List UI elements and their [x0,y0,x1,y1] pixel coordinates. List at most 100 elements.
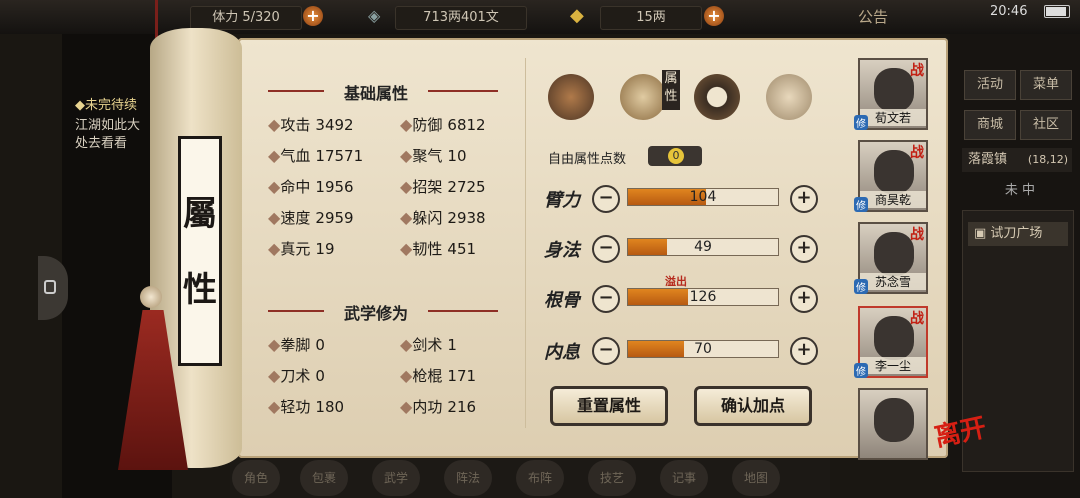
attribute-bar: 70 [627,340,779,358]
stamina-display: 体力 5/320 [190,6,302,30]
character-name: 李一尘 [860,357,926,374]
diamond-bullet-icon: ◆ [400,366,413,385]
attribute-book-icon[interactable] [620,74,666,120]
attribute-bar: 49 [627,238,779,256]
bottom-tab-8[interactable]: 地图 [732,460,780,496]
martial-stat: ◆内功 216 [400,396,476,417]
roller-label [178,136,222,366]
character-name: 苏念雪 [860,273,926,290]
diamond-bullet-icon: ◆ [400,177,413,196]
increase-attribute-button[interactable]: + [790,235,818,263]
stat-value: 1 [447,336,457,354]
basic-stat: ◆攻击 3492 [268,114,354,135]
roller-char-2: 性 [183,270,217,310]
basic-stat: ◆防御 6812 [400,114,486,135]
stat-label: 轻功 [280,398,311,416]
increase-attribute-button[interactable]: + [790,337,818,365]
tassel-bead [140,286,162,308]
shop-button[interactable]: 商城 [964,110,1016,140]
activity-button[interactable]: 活动 [964,70,1016,100]
gold-icon: ◆ [570,5,584,26]
attribute-bar: 126 [627,288,779,306]
quest-title[interactable]: ◆未完待续 [75,94,137,113]
meridian-body-icon[interactable] [766,74,812,120]
basic-stat: ◆真元 19 [268,238,335,259]
attribute-name: 臂力 [544,190,580,211]
stat-value: 180 [315,398,345,416]
attribute-bar: 104 [627,188,779,206]
character-card[interactable]: 战荀文若修 [854,58,928,130]
character-card[interactable]: 战商昊乾修 [854,140,928,212]
silver-icon: ◈ [368,6,381,25]
increase-attribute-button[interactable]: + [790,185,818,213]
stat-label: 躲闪 [412,209,443,227]
stat-value: 2725 [447,178,486,196]
bottom-tab-4[interactable]: 阵法 [444,460,492,496]
martial-stat: ◆枪棍 171 [400,365,476,386]
free-points-label: 自由属性点数 [548,152,627,167]
decrease-attribute-button[interactable]: − [592,235,620,263]
increase-attribute-button[interactable]: + [790,285,818,313]
battle-badge: 战 [910,63,924,79]
location-label: 落霞镇 (18,12) [962,148,1072,172]
place-item[interactable]: ▣ 试刀广场 [968,222,1068,246]
basic-title: 基础属性 [343,84,408,103]
add-stamina-button[interactable]: + [303,6,323,26]
stat-value: 17571 [315,147,364,165]
stat-value: 451 [447,240,477,258]
add-gold-button[interactable]: + [704,6,724,26]
attribute-value: 49 [694,239,712,255]
stat-label: 刀术 [280,367,311,385]
stat-value: 2938 [447,209,486,227]
basic-stat: ◆躲闪 2938 [400,207,486,228]
title-ornament-left [268,310,324,312]
diamond-bullet-icon: ◆ [268,146,281,165]
stat-label: 真元 [280,240,311,258]
character-card[interactable] [858,388,928,460]
title-ornament-right [428,310,498,312]
diamond-bullet-icon: ◆ [400,115,413,134]
character-portrait-icon[interactable] [548,74,594,120]
bottom-tab-6[interactable]: 技艺 [588,460,636,496]
quest-line-1: 江湖如此大 [75,118,141,133]
attribute-name: 根骨 [544,290,580,311]
stat-value: 0 [315,367,325,385]
bottom-tab-7[interactable]: 记事 [660,460,708,496]
reset-attributes-button[interactable]: 重置属性 [550,386,668,426]
stat-label: 剑术 [412,336,443,354]
decrease-attribute-button[interactable]: − [592,285,620,313]
basic-stat: ◆聚气 10 [400,145,467,166]
free-points-value: 0 [668,148,684,164]
diamond-bullet-icon: ◆ [400,208,413,227]
top-bar [0,0,1080,34]
attr-tab-label: 属性 [662,70,680,110]
character-avatar [874,150,914,194]
stat-value: 3492 [315,116,354,134]
bottom-tab-5[interactable]: 布阵 [516,460,564,496]
notice-button[interactable]: 公告 [858,6,888,27]
decrease-attribute-button[interactable]: − [592,337,620,365]
battery-icon [1044,5,1070,18]
training-badge: 修 [854,197,868,212]
stat-value: 19 [315,240,335,258]
character-card[interactable]: 战李一尘修 [854,306,928,378]
overflow-label: 溢出 [665,275,687,288]
basic-stat: ◆速度 2959 [268,207,354,228]
gold-display: 15两 [600,6,702,30]
stat-value: 0 [315,336,325,354]
bottom-tab-1[interactable]: 角色 [232,460,280,496]
diamond-bullet-icon: ◆ [268,115,281,134]
bagua-icon[interactable] [694,74,740,120]
community-button[interactable]: 社区 [1020,110,1072,140]
training-badge: 修 [854,279,868,294]
martial-stat: ◆刀术 0 [268,365,325,386]
character-card[interactable]: 战苏念雪修 [854,222,928,294]
menu-button[interactable]: 菜单 [1020,70,1072,100]
diamond-bullet-icon: ◆ [268,335,281,354]
decrease-attribute-button[interactable]: − [592,185,620,213]
bottom-tab-2[interactable]: 包裹 [300,460,348,496]
bottom-tab-3[interactable]: 武学 [372,460,420,496]
diamond-bullet-icon: ◆ [268,366,281,385]
stat-label: 韧性 [412,240,443,258]
confirm-points-button[interactable]: 确认加点 [694,386,812,426]
